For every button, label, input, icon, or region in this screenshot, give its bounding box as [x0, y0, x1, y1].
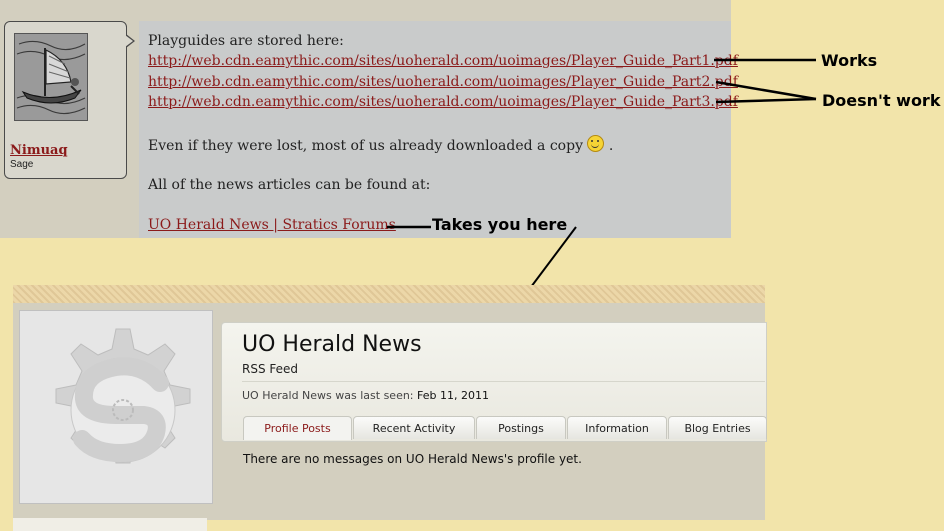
profile-avatar[interactable]	[19, 310, 213, 504]
profile-subtitle: RSS Feed	[242, 362, 299, 376]
annotation-takes-you-here: Takes you here	[432, 215, 568, 234]
last-seen-label: UO Herald News was last seen:	[242, 389, 414, 402]
tab-profile-posts[interactable]: Profile Posts	[243, 416, 352, 440]
profile-name: UO Herald News	[242, 332, 422, 357]
profile-empty-message: There are no messages on UO Herald News'…	[243, 452, 582, 466]
annotation-works: Works	[821, 51, 878, 70]
profile-header-strip	[13, 285, 765, 303]
profile-footer-strip	[13, 518, 207, 531]
profile-divider	[242, 381, 765, 382]
tab-postings[interactable]: Postings	[476, 416, 566, 439]
stratics-gear-logo-icon	[20, 311, 212, 503]
profile-last-seen: UO Herald News was last seen: Feb 11, 20…	[242, 389, 489, 402]
tab-recent-activity[interactable]: Recent Activity	[353, 416, 475, 439]
last-seen-value: Feb 11, 2011	[417, 389, 489, 402]
annotation-doesnt-work: Doesn't work	[822, 91, 941, 110]
tab-information[interactable]: Information	[567, 416, 667, 439]
tab-blog-entries[interactable]: Blog Entries	[668, 416, 767, 439]
